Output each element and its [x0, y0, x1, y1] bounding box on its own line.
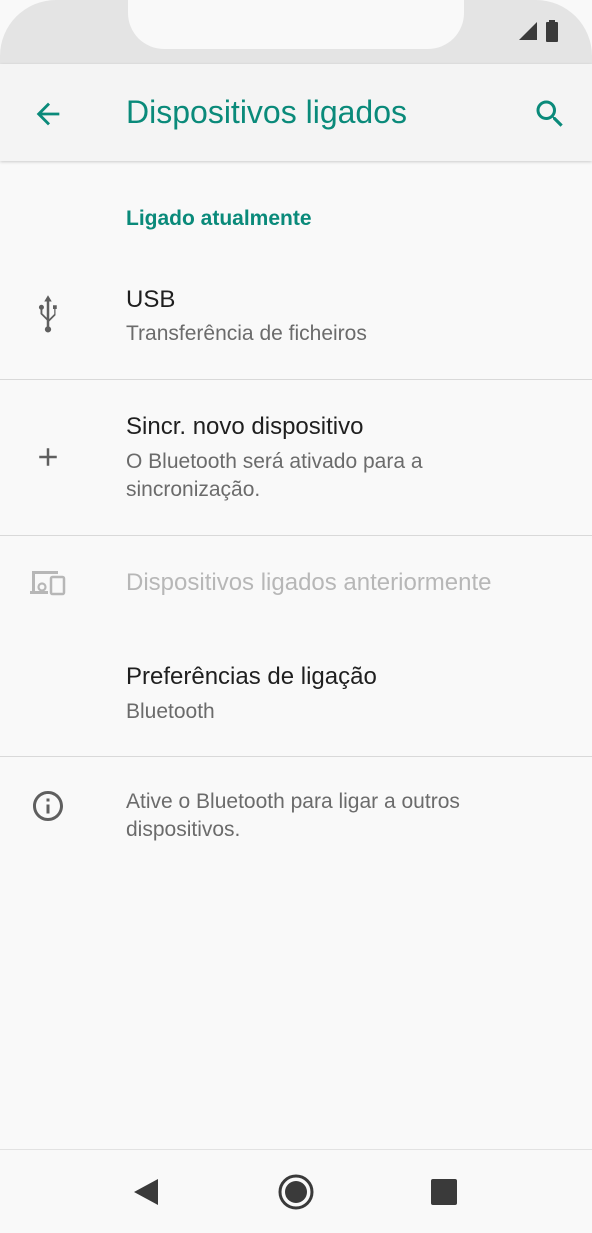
- preferences-title: Preferências de ligação: [126, 663, 377, 690]
- devices-icon: [24, 558, 72, 606]
- navigation-bar: [0, 1149, 592, 1233]
- arrow-left-icon: [36, 102, 60, 126]
- battery-icon: [546, 20, 558, 42]
- info-icon: [30, 788, 66, 824]
- usb-title: USB: [126, 286, 176, 313]
- plus-icon: [24, 433, 72, 481]
- usb-subtitle: Transferência de ficheiros: [126, 322, 367, 345]
- search-button[interactable]: [524, 88, 576, 140]
- home-circle-icon: [278, 1174, 314, 1210]
- app-bar: Dispositivos ligados: [0, 64, 592, 161]
- nav-back-button[interactable]: [122, 1168, 170, 1216]
- list-item-pair-new-device[interactable]: Sincr. novo dispositivo O Bluetooth será…: [0, 380, 592, 535]
- preferences-subtitle: Bluetooth: [126, 700, 215, 723]
- display-notch: [128, 0, 464, 49]
- page-title: Dispositivos ligados: [126, 94, 408, 130]
- signal-icon: [519, 22, 537, 40]
- search-icon: [536, 100, 563, 127]
- usb-icon: [24, 290, 72, 338]
- pair-title: Sincr. novo dispositivo: [126, 413, 364, 440]
- status-icons: [518, 20, 558, 42]
- recents-square-icon: [431, 1179, 457, 1205]
- info-text: Ative o Bluetooth para ligar a outros di…: [126, 790, 460, 841]
- screen: Dispositivos ligados Ligado atualmente U…: [0, 0, 592, 1233]
- nav-recents-button[interactable]: [420, 1168, 468, 1216]
- back-triangle-icon: [134, 1179, 158, 1205]
- list-item-connection-preferences[interactable]: Preferências de ligação Bluetooth: [0, 626, 592, 756]
- section-header: Ligado atualmente: [126, 207, 312, 230]
- pair-subtitle: O Bluetooth será ativado para a sincroni…: [126, 450, 423, 501]
- list-item-previously-connected: Dispositivos ligados anteriormente: [0, 536, 592, 626]
- divider: [0, 756, 592, 757]
- back-button[interactable]: [22, 88, 74, 140]
- status-bar: [0, 0, 592, 64]
- nav-home-button[interactable]: [272, 1168, 320, 1216]
- previously-connected-title: Dispositivos ligados anteriormente: [126, 569, 492, 596]
